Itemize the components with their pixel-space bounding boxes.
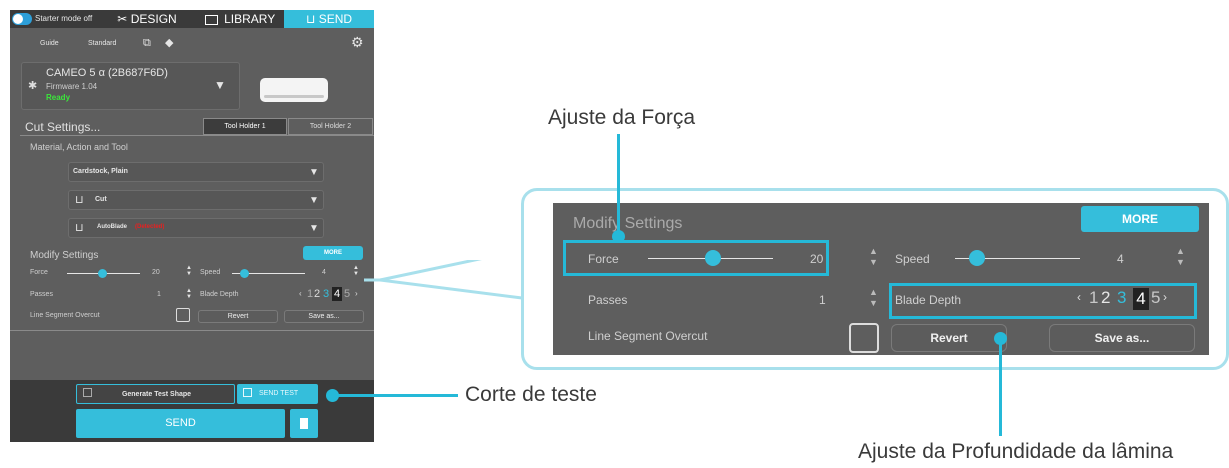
callout-test-cut: Corte de teste [465,383,597,406]
chevron-right-icon[interactable]: › [355,289,358,298]
cut-settings-title: Cut Settings... [25,120,101,134]
zoom-force-stepper[interactable]: ▲ ▼ [869,246,878,268]
callout-force-dot [612,230,625,243]
zoom-speed-label: Speed [895,252,930,266]
callout-test-line [332,394,458,397]
zoom-passes-label: Passes [588,293,628,307]
tab-tool-holder-2[interactable]: Tool Holder 2 [288,118,373,135]
force-label: Force [30,269,48,276]
zoom-line-overcut-checkbox[interactable] [849,323,879,353]
passes-value: 1 [157,291,161,298]
blade-digit-1: 1 [307,288,314,300]
send-test-label: SEND TEST [259,390,299,397]
passes-label: Passes [30,291,53,298]
blade-digit-2: 2 [314,288,321,300]
device-status: Ready [46,93,71,102]
save-as-button[interactable]: Save as... [284,310,364,323]
send-icon: ⊔ [305,12,316,26]
send-button[interactable]: SEND [76,409,285,438]
zoom-connector [364,260,523,300]
line-overcut-label: Line Segment Overcut [30,312,100,319]
send-test-button[interactable]: SEND TEST [237,384,318,404]
design-icon: ✂ [117,12,128,26]
zoom-speed-slider-handle[interactable] [969,250,985,266]
fill-icon[interactable]: ◆ [165,36,173,49]
force-stepper[interactable]: ▲ ▼ [186,265,192,277]
speed-label: Speed [200,269,221,276]
trash-button[interactable] [290,409,318,438]
starter-mode-label: Starter mode off [35,14,93,23]
blade-depth-selector[interactable]: ‹ 1 2 3 4 5 › [299,287,363,301]
material-header: Material, Action and Tool [30,142,128,152]
top-bar: Starter mode off ✂ DESIGN LIBRARY ⊔ SEND [10,10,374,28]
speed-value: 4 [322,269,326,276]
blade-icon: ⊔ [75,222,84,234]
blade-digit-3: 3 [323,288,330,300]
force-value: 20 [152,269,160,276]
speed-slider-handle[interactable] [240,269,249,278]
standard-tab[interactable]: Standard [88,40,116,47]
device-name: CAMEO 5 α (2B687F6D) [46,67,168,79]
blade-digit-5: 5 [344,288,351,300]
chevron-down-icon: ▼ [309,223,319,234]
more-button[interactable]: MORE [303,246,363,260]
material-dropdown[interactable]: Cardstock, Plain ▼ [68,162,324,182]
passes-stepper[interactable]: ▲ ▼ [186,288,192,300]
zoom-modify-settings-title: Modify Settings [573,215,683,232]
guide-tab[interactable]: Guide [40,40,59,47]
gear-icon[interactable]: ⚙ [351,34,364,51]
tool-detected-status: (Detected) [135,224,165,230]
zoom-speed-value: 4 [1117,252,1124,266]
zoom-revert-button[interactable]: Revert [891,324,1007,352]
zoom-save-as-button[interactable]: Save as... [1049,324,1195,352]
zoom-passes-value: 1 [819,293,826,307]
bluetooth-icon: ✱ [28,80,38,92]
starter-mode-toggle[interactable] [12,13,32,25]
trash-icon [300,418,308,429]
zoom-speed-stepper[interactable]: ▲ ▼ [1176,246,1185,268]
cut-icon[interactable]: ⧉ [143,37,151,50]
zoom-more-button[interactable]: MORE [1081,206,1199,232]
cut-action-icon: ⊔ [75,194,84,206]
revert-button[interactable]: Revert [198,310,278,323]
tool-value: AutoBlade [97,224,127,230]
blade-depth-highlight [889,283,1197,319]
callout-blade-line [999,338,1002,436]
material-value: Cardstock, Plain [73,168,128,175]
callout-force: Ajuste da Força [548,106,696,129]
divider [20,135,374,136]
blade-depth-label: Blade Depth [200,291,239,298]
force-highlight [563,240,829,276]
zoomed-settings-panel: Modify Settings MORE Force 20 ▲ ▼ Speed 4… [553,203,1209,355]
cutter-image [260,78,328,102]
action-dropdown[interactable]: ⊔ Cut ▼ [68,190,324,210]
tab-tool-holder-1[interactable]: Tool Holder 1 [203,118,287,135]
blade-digit-4: 4 [332,287,342,301]
send-test-icon [243,388,252,397]
generate-test-shape-button[interactable]: Generate Test Shape [76,384,235,404]
callout-force-line [617,134,620,242]
folder-icon [204,14,218,25]
tab-design[interactable]: ✂ DESIGN [102,10,192,28]
chevron-down-icon: ▼ [309,195,319,206]
chevron-down-icon: ▼ [214,78,226,92]
modify-settings-title: Modify Settings [30,250,99,261]
chevron-left-icon[interactable]: ‹ [299,289,302,298]
generate-test-shape-label: Generate Test Shape [121,391,192,398]
force-slider-handle[interactable] [98,269,107,278]
zoom-line-overcut-label: Line Segment Overcut [588,329,708,343]
divider [10,330,374,331]
action-value: Cut [95,196,107,203]
zoom-passes-stepper[interactable]: ▲ ▼ [869,287,878,309]
tab-send[interactable]: ⊔ SEND [284,10,374,28]
speed-stepper[interactable]: ▲ ▼ [353,265,359,277]
send-panel: Starter mode off ✂ DESIGN LIBRARY ⊔ SEND… [10,10,374,442]
line-overcut-checkbox[interactable] [176,308,190,322]
callout-blade-depth: Ajuste da Profundidade da lâmina [858,440,1174,463]
chevron-down-icon: ▼ [309,167,319,178]
tab-library[interactable]: LIBRARY [195,10,285,28]
device-selector[interactable]: ✱ CAMEO 5 α (2B687F6D) Firmware 1.04 Rea… [21,62,240,110]
tool-dropdown[interactable]: ⊔ AutoBlade (Detected) ▼ [68,218,324,238]
firmware-label: Firmware 1.04 [46,82,98,91]
